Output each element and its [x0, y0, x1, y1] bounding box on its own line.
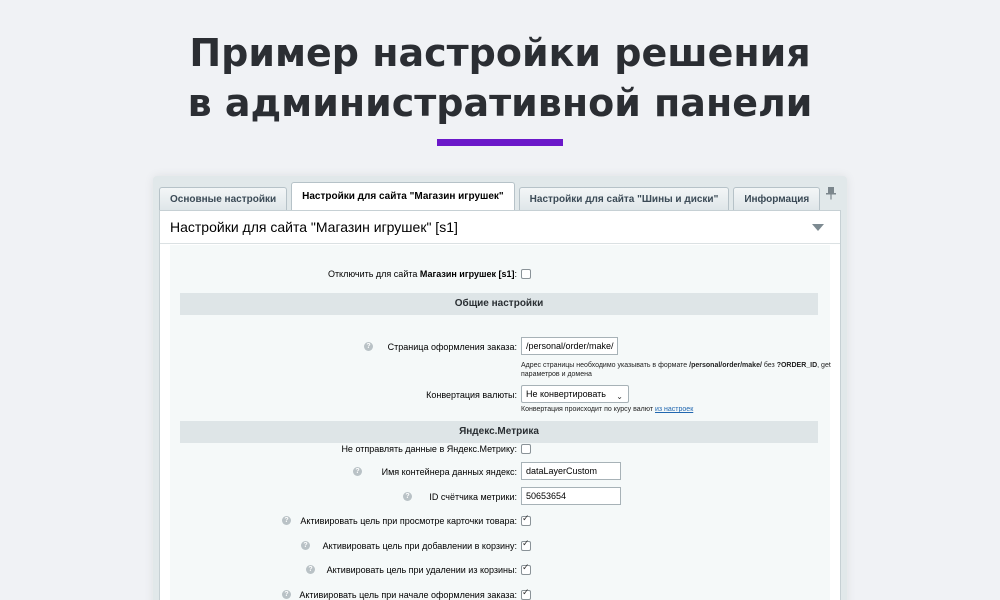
triangle-down-icon[interactable]: [812, 224, 824, 231]
currency-note: Конвертация происходит по курсу валют из…: [521, 406, 694, 413]
title-line-2: в административной панели: [187, 81, 813, 125]
counter-id-input[interactable]: 50653654: [521, 487, 621, 505]
goal-checkbox[interactable]: [521, 563, 531, 575]
title-line-1: Пример настройки решения: [189, 31, 811, 75]
goal-label: Активировать цель при просмотре карточки…: [300, 516, 517, 526]
currency-row: Конвертация валюты: Не конвертировать ⌄: [170, 385, 830, 405]
page-title: Пример настройки решения в административ…: [0, 28, 1000, 128]
goal-row: Активировать цель при просмотре карточки…: [170, 511, 830, 531]
help-icon[interactable]: ?: [306, 565, 315, 574]
help-icon[interactable]: ?: [282, 516, 291, 525]
currency-settings-link[interactable]: из настроек: [655, 406, 693, 413]
metrika-disable-checkbox[interactable]: [521, 444, 531, 454]
accent-bar: [437, 139, 563, 146]
currency-label: Конвертация валюты:: [426, 390, 517, 400]
counter-id-row: ID счётчика метрики: ? 50653654: [170, 487, 830, 507]
section-header-title: Настройки для сайта "Магазин игрушек" [s…: [170, 219, 458, 235]
counter-id-label: ID счётчика метрики:: [429, 492, 517, 502]
tab-tires-settings[interactable]: Настройки для сайта "Шины и диски": [518, 187, 730, 210]
tab-bar: Основные настройки Настройки для сайта "…: [159, 182, 824, 210]
order-page-label: Страница оформления заказа:: [387, 342, 517, 352]
order-page-row: Страница оформления заказа: ? /personal/…: [170, 337, 830, 357]
currency-select[interactable]: Не конвертировать ⌄: [521, 385, 629, 403]
disable-site-row: Отключить для сайта Магазин игрушек [s1]…: [170, 264, 830, 284]
goal-checkbox[interactable]: [521, 514, 531, 526]
help-icon[interactable]: ?: [364, 342, 373, 351]
settings-panel: Основные настройки Настройки для сайта "…: [153, 176, 847, 600]
pin-icon[interactable]: [825, 186, 837, 200]
goal-row: Активировать цель при удалении из корзин…: [170, 560, 830, 580]
container-name-input[interactable]: dataLayerCustom: [521, 462, 621, 480]
goal-label: Активировать цель при удалении из корзин…: [326, 565, 517, 575]
help-icon[interactable]: ?: [353, 467, 362, 476]
help-icon[interactable]: ?: [301, 541, 310, 550]
goal-row: Активировать цель при добавлении в корзи…: [170, 536, 830, 556]
general-settings-heading: Общие настройки: [180, 293, 818, 315]
container-name-row: Имя контейнера данных яндекс: ? dataLaye…: [170, 462, 830, 482]
disable-site-checkbox[interactable]: [521, 269, 531, 279]
section-header: Настройки для сайта "Магазин игрушек" [s…: [160, 211, 840, 244]
metrika-disable-label: Не отправлять данные в Яндекс.Метрику:: [341, 444, 517, 454]
goal-label: Активировать цель при начале оформления …: [299, 590, 517, 600]
tab-main-settings[interactable]: Основные настройки: [159, 187, 288, 210]
settings-form: Отключить для сайта Магазин игрушек [s1]…: [170, 245, 831, 600]
goal-checkbox[interactable]: [521, 588, 531, 600]
order-page-input[interactable]: /personal/order/make/: [521, 337, 618, 355]
tab-information[interactable]: Информация: [733, 187, 821, 210]
disable-site-label: Отключить для сайта Магазин игрушек [s1]…: [327, 269, 517, 279]
container-name-label: Имя контейнера данных яндекс:: [381, 467, 517, 477]
goal-checkbox[interactable]: [521, 539, 531, 551]
help-icon[interactable]: ?: [282, 590, 291, 599]
help-icon[interactable]: ?: [403, 492, 412, 501]
tab-content: Настройки для сайта "Магазин игрушек" [s…: [159, 210, 841, 600]
tab-toy-store-settings[interactable]: Настройки для сайта "Магазин игрушек": [291, 182, 515, 210]
order-page-note: Адрес страницы необходимо указывать в фо…: [521, 362, 831, 378]
goal-label: Активировать цель при добавлении в корзи…: [322, 541, 517, 551]
goal-row: Активировать цель при начале оформления …: [170, 585, 830, 600]
metrika-disable-row: Не отправлять данные в Яндекс.Метрику:: [170, 439, 830, 459]
chevron-down-icon: ⌄: [616, 392, 623, 401]
